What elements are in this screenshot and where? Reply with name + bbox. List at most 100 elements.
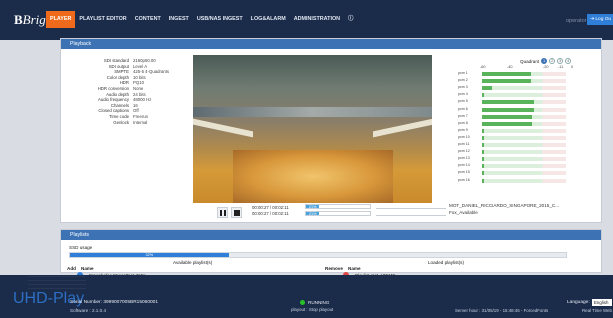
scale-label: -40 — [507, 65, 513, 69]
info-icon[interactable]: ⓘ — [344, 11, 357, 28]
nav-administration[interactable]: ADMINISTRATION — [290, 11, 344, 28]
audio-channel-meter: pcm 16 — [458, 177, 598, 183]
channel-label: pcm 16 — [458, 177, 470, 182]
channel-label: pcm 3 — [458, 85, 468, 90]
nav-log-alarm[interactable]: LOG&ALARM — [247, 11, 290, 28]
channel-label: pcm 12 — [458, 149, 470, 154]
pause-button[interactable] — [217, 207, 228, 218]
meter-level — [482, 135, 484, 140]
quadrant-3-button[interactable]: 3 — [557, 58, 564, 64]
meter-track — [482, 164, 566, 169]
meter-level — [482, 164, 484, 169]
quadrant-1-button[interactable]: 1 — [541, 58, 548, 64]
meter-level — [482, 178, 484, 183]
scale-label: 0 — [571, 65, 574, 69]
meter-level — [482, 143, 484, 147]
timecode-next: 00:00:27 / 00:02:11 — [252, 211, 289, 216]
clip-progress-bar: 21% — [305, 204, 371, 209]
meter-track — [482, 121, 566, 126]
running-status: RUNNING — [300, 300, 329, 305]
channel-label: pcm 14 — [458, 163, 470, 168]
channel-label: pcm 4 — [458, 92, 468, 97]
stop-button[interactable] — [231, 207, 242, 218]
meter-track — [482, 72, 566, 76]
signal-metadata: SDI standard 2160p50.00 SDI output Level AS… — [69, 58, 169, 125]
audio-meters: Quadrant 1 2 3 4 -60 -40 -20 -11 0 pcm 1… — [450, 58, 602, 190]
audio-channel-meter: pcm 1 — [458, 71, 598, 76]
status-indicator-icon — [300, 300, 305, 305]
meter-track — [482, 135, 566, 140]
operator-name: operator — [566, 18, 587, 24]
meter-level — [482, 114, 533, 119]
available-playlists-label: Available playlist(s) — [173, 260, 213, 265]
language-label: Language: — [567, 300, 590, 305]
channel-label: pcm 11 — [458, 142, 470, 146]
software-version: Software : 2.1.0.4 — [70, 308, 107, 313]
video-preview — [193, 55, 432, 203]
loaded-playlists-label: Loaded playlist(s) — [428, 260, 465, 265]
meta-value: Internal — [133, 119, 148, 125]
meter-track — [482, 100, 566, 105]
channel-label: pcm 9 — [458, 127, 468, 132]
audio-channel-meter: pcm 8 — [458, 120, 598, 126]
meter-track — [482, 93, 566, 98]
meter-track — [482, 107, 566, 112]
scale-label: -20 — [543, 65, 549, 69]
audio-channel-meter: pcm 9 — [458, 127, 598, 133]
audio-channel-meter: pcm 2 — [458, 78, 598, 84]
meter-level — [482, 121, 533, 126]
audio-channel-meter: pcm 7 — [458, 113, 598, 119]
top-navbar: BBright PLAYER PLAYLIST EDITOR CONTENT I… — [0, 0, 613, 40]
serial-number: Serial Number: 3999007005BR15060001 — [70, 300, 159, 305]
channel-label: pcm 5 — [458, 99, 468, 104]
timecode-current: 00:00:27 / 00:02:11 — [252, 205, 289, 210]
ssd-usage-bar: 32% — [69, 252, 567, 258]
meter-level — [482, 171, 484, 176]
audio-channel-meter: pcm 3 — [458, 85, 598, 91]
channel-label: pcm 15 — [458, 170, 470, 175]
audio-channel-meter: pcm 10 — [458, 134, 598, 140]
nav-usb-nas-ingest[interactable]: USB/NAS INGEST — [193, 11, 247, 28]
audio-channel-meter: pcm 11 — [458, 142, 598, 147]
meter-track — [482, 143, 566, 147]
loaded-header: Remove Name — [325, 266, 361, 271]
meter-track — [482, 178, 566, 183]
nav-content[interactable]: CONTENT — [131, 11, 165, 28]
nav-player[interactable]: PLAYER — [46, 11, 76, 28]
playback-panel: Playback SDI standard 2160p50.00 SDI outpu… — [60, 38, 602, 223]
quadrant-4-button[interactable]: 4 — [565, 58, 572, 64]
channel-label: pcm 6 — [458, 106, 468, 111]
logout-button[interactable]: ⇥ Log Ou — [587, 14, 613, 25]
next-clip-name: Fox_Available — [449, 210, 478, 215]
meter-level — [482, 100, 535, 105]
playlist-progress-bar: 21% — [305, 211, 371, 216]
channel-label: pcm 2 — [458, 78, 468, 83]
language-select[interactable]: English — [592, 299, 612, 306]
playback-title: Playback — [61, 39, 601, 49]
meter-track — [482, 157, 566, 162]
scale-label: -60 — [480, 65, 486, 69]
quadrant-selector: Quadrant 1 2 3 4 — [520, 58, 572, 64]
meter-level — [482, 72, 531, 76]
pause-icon — [220, 210, 222, 216]
playlists-title: Playlists — [61, 230, 601, 240]
meter-level — [482, 150, 484, 155]
meter-level — [482, 128, 484, 133]
quadrant-2-button[interactable]: 2 — [549, 58, 556, 64]
stop-icon — [234, 210, 240, 216]
main-nav: PLAYER PLAYLIST EDITOR CONTENT INGEST US… — [46, 11, 357, 28]
meter-level — [482, 79, 531, 84]
meter-track — [482, 171, 566, 176]
meter-level — [482, 86, 493, 91]
real-time-web: Real Time Web — [582, 308, 612, 313]
meter-level — [482, 157, 484, 162]
channel-label: pcm 7 — [458, 113, 468, 118]
channel-label: pcm 8 — [458, 120, 468, 125]
nav-ingest[interactable]: INGEST — [165, 11, 193, 28]
audio-channel-meter: pcm 13 — [458, 156, 598, 162]
audio-channel-meter: pcm 5 — [458, 99, 598, 105]
meter-track — [482, 79, 566, 84]
channel-label: pcm 10 — [458, 134, 470, 139]
nav-playlist-editor[interactable]: PLAYLIST EDITOR — [75, 11, 130, 28]
channel-label: pcm 1 — [458, 71, 468, 75]
